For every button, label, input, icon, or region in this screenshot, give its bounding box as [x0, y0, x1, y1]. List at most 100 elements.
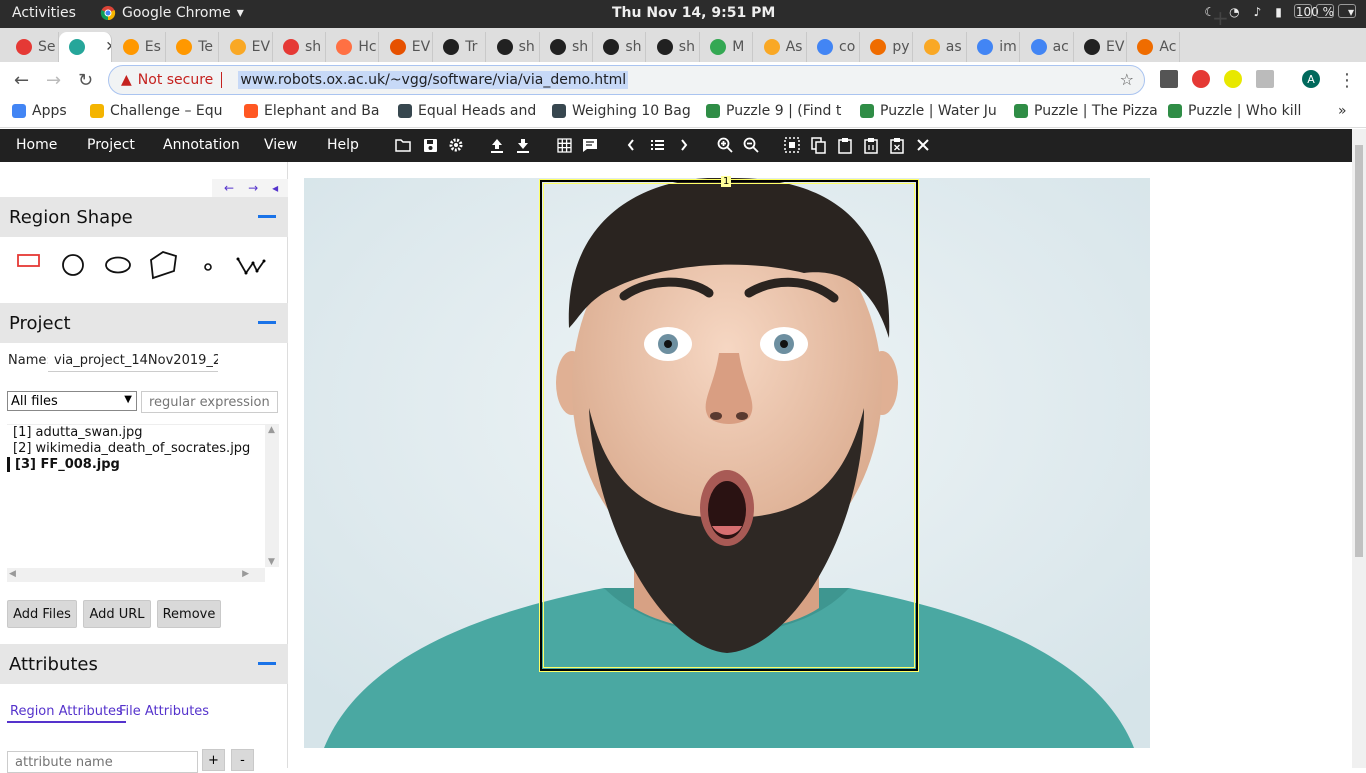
bookmarks-overflow-icon[interactable]: » — [1338, 103, 1347, 119]
attributes-header[interactable]: Attributes — [0, 644, 288, 684]
list-item[interactable]: [2] wikimedia_death_of_socrates.jpg — [13, 441, 250, 456]
region-shape-header[interactable]: Region Shape — [0, 197, 288, 237]
shrink-left-icon[interactable]: ← — [224, 181, 234, 195]
menu-help[interactable]: Help — [327, 137, 359, 153]
settings-gear-icon[interactable] — [447, 136, 465, 154]
browser-tab[interactable]: py — [860, 32, 914, 62]
bookmark-item[interactable]: Equal Heads and — [398, 103, 544, 119]
app-menu[interactable]: Google Chrome ▾ — [100, 5, 244, 21]
browser-tab[interactable]: EV — [1074, 32, 1127, 62]
previous-icon[interactable] — [622, 136, 640, 154]
delete-region-icon[interactable] — [888, 136, 906, 154]
list-item[interactable]: [1] adutta_swan.jpg — [13, 425, 143, 440]
new-tab-button[interactable]: + — [1212, 6, 1229, 30]
extension-yellow-icon[interactable] — [1224, 70, 1242, 88]
url-text[interactable]: www.robots.ox.ac.uk/~vgg/software/via/vi… — [238, 71, 629, 89]
browser-tab[interactable]: sh — [593, 32, 647, 62]
page-scrollbar[interactable] — [1352, 129, 1366, 768]
paste-icon[interactable] — [836, 136, 854, 154]
scrollbar-thumb[interactable] — [1355, 145, 1363, 557]
bookmark-item[interactable]: Challenge – Equ — [90, 103, 236, 119]
menu-view[interactable]: View — [264, 137, 297, 153]
chart-extension-icon[interactable] — [1256, 70, 1274, 88]
project-name-input[interactable] — [48, 350, 218, 372]
menu-project[interactable]: Project — [87, 137, 135, 153]
address-bar[interactable]: ▲ Not secure www.robots.ox.ac.uk/~vgg/so… — [108, 65, 1145, 95]
attribute-name-input[interactable] — [7, 751, 198, 773]
menu-home[interactable]: Home — [16, 137, 57, 153]
minimize-button[interactable] — [1294, 4, 1312, 18]
adblock-icon[interactable] — [1192, 70, 1210, 88]
browser-tab[interactable]: EV — [380, 32, 433, 62]
bookmark-item[interactable]: Elephant and Ba — [244, 103, 390, 119]
download-icon[interactable] — [514, 136, 532, 154]
expand-right-icon[interactable]: → — [248, 181, 258, 195]
file-list-vscroll[interactable]: ▲ ▼ — [265, 425, 279, 567]
bookmark-item[interactable]: Puzzle 9 | (Find t — [706, 103, 852, 119]
add-url-button[interactable]: Add URL — [83, 600, 151, 628]
browser-tab[interactable]: im — [967, 32, 1021, 62]
list-icon[interactable] — [648, 136, 666, 154]
browser-tab[interactable]: Te — [166, 32, 220, 62]
browser-tab[interactable]: sh — [273, 32, 326, 62]
project-header[interactable]: Project — [0, 303, 288, 343]
not-secure-label[interactable]: Not secure — [138, 72, 223, 88]
save-icon[interactable] — [421, 136, 439, 154]
file-filter-select[interactable]: All files ▼ — [7, 391, 137, 411]
close-icon[interactable] — [914, 136, 932, 154]
browser-tab[interactable]: M — [700, 32, 754, 62]
browser-tab[interactable]: sh — [540, 32, 593, 62]
browser-tab[interactable]: ac — [1021, 32, 1074, 62]
circle-shape-icon[interactable] — [62, 254, 86, 278]
browser-tab[interactable]: co — [807, 32, 860, 62]
comment-icon[interactable] — [581, 136, 599, 154]
paste-n-icon[interactable] — [862, 136, 880, 154]
bookmark-item[interactable]: Weighing 10 Bag — [552, 103, 698, 119]
browser-tab[interactable]: ✕ — [59, 32, 113, 62]
forward-icon[interactable]: → — [46, 70, 61, 91]
file-list-hscroll[interactable]: ◀ ▶ — [7, 568, 265, 582]
chrome-menu-icon[interactable]: ⋮ — [1338, 70, 1356, 91]
collapse-minus-icon[interactable] — [258, 321, 276, 324]
profile-avatar[interactable]: A — [1302, 70, 1320, 88]
browser-tab[interactable]: EV — [220, 32, 273, 62]
browser-tab[interactable]: Es — [113, 32, 166, 62]
tab-region-attributes[interactable]: Region Attributes — [7, 704, 126, 723]
browser-tab[interactable]: Hc — [326, 32, 380, 62]
copy-icon[interactable] — [809, 136, 827, 154]
clock[interactable]: Thu Nov 14, 9:51 PM — [612, 5, 775, 21]
browser-tab[interactable]: Tr — [433, 32, 487, 62]
zoom-out-icon[interactable] — [742, 136, 760, 154]
collapse-minus-icon[interactable] — [258, 662, 276, 665]
ellipse-shape-icon[interactable] — [104, 256, 132, 274]
menu-annotation[interactable]: Annotation — [163, 137, 240, 153]
point-shape-icon[interactable] — [202, 261, 214, 273]
region-bounding-box[interactable] — [539, 179, 919, 672]
browser-tab[interactable]: Se — [6, 32, 59, 62]
browser-tab[interactable]: sh — [647, 32, 700, 62]
browser-tab[interactable]: Ac — [1127, 32, 1181, 62]
bookmark-item[interactable]: Puzzle | Who kill — [1168, 103, 1308, 119]
next-icon[interactable] — [675, 136, 693, 154]
grid-view-icon[interactable] — [555, 136, 573, 154]
close-window-button[interactable] — [1338, 4, 1356, 18]
zoom-in-icon[interactable] — [716, 136, 734, 154]
bookmark-item[interactable]: Apps — [12, 103, 78, 119]
rectangle-shape-icon[interactable] — [17, 252, 41, 268]
bookmark-item[interactable]: Puzzle | Water Ju — [860, 103, 1006, 119]
bookmark-star-icon[interactable]: ☆ — [1120, 70, 1134, 89]
browser-tab[interactable]: sh — [487, 32, 540, 62]
open-folder-icon[interactable] — [394, 136, 412, 154]
collapse-minus-icon[interactable] — [258, 215, 276, 218]
regex-filter-input[interactable] — [141, 391, 278, 413]
back-icon[interactable]: ← — [14, 70, 29, 91]
collapse-panel-icon[interactable]: ◂ — [272, 181, 278, 195]
browser-tab[interactable]: as — [914, 32, 967, 62]
browser-tab[interactable]: As — [754, 32, 807, 62]
select-all-icon[interactable] — [783, 136, 801, 154]
tab-close-icon[interactable]: ✕ — [105, 39, 111, 55]
add-files-button[interactable]: Add Files — [7, 600, 77, 628]
remove-button[interactable]: Remove — [157, 600, 221, 628]
upload-icon[interactable] — [488, 136, 506, 154]
polyline-shape-icon[interactable] — [236, 255, 266, 277]
